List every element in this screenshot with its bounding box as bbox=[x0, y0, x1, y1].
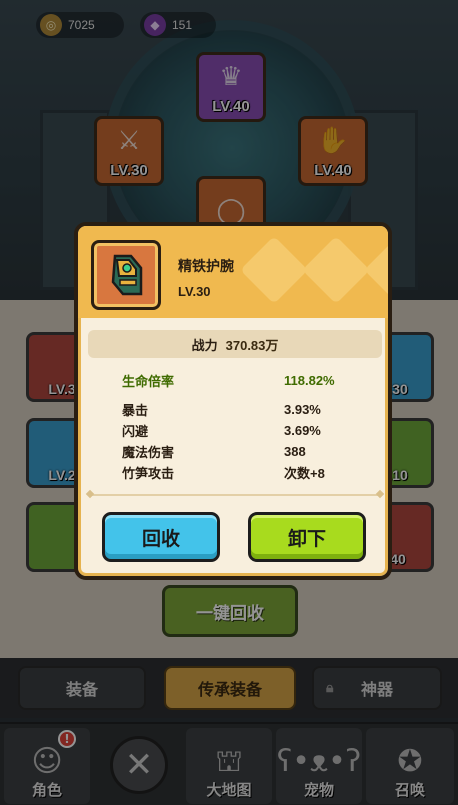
stat-value: 3.69% bbox=[284, 423, 321, 438]
power-value: 370.83万 bbox=[225, 337, 279, 353]
power-label: 战力 bbox=[191, 338, 218, 354]
stats-list: 生命倍率 118.82% 暴击 3.93% 闪避 3.69% 魔法伤害 388 … bbox=[122, 370, 362, 483]
bracer-icon bbox=[91, 240, 161, 310]
item-name: 精铁护腕 bbox=[178, 259, 234, 275]
divider bbox=[90, 494, 380, 496]
stat-value: 118.82% bbox=[284, 373, 335, 388]
header-decoration bbox=[240, 236, 308, 304]
combat-power-bar: 战力 370.83万 bbox=[88, 330, 382, 358]
stat-value: 次数+8 bbox=[284, 466, 325, 481]
stat-name: 魔法伤害 bbox=[122, 446, 175, 461]
stat-name: 生命倍率 bbox=[122, 375, 175, 390]
stat-row: 闪避 3.69% bbox=[122, 420, 362, 441]
stat-value: 3.93% bbox=[284, 402, 321, 417]
stat-value: 388 bbox=[284, 444, 306, 459]
stat-row: 暴击 3.93% bbox=[122, 399, 362, 420]
recycle-button[interactable]: 回收 bbox=[102, 512, 220, 562]
item-level: LV.30 bbox=[178, 284, 211, 299]
stat-row: 魔法伤害 388 bbox=[122, 441, 362, 462]
stat-name: 暴击 bbox=[122, 404, 149, 419]
header-decoration bbox=[302, 236, 370, 304]
item-detail-popup: 精铁护腕 LV.30 战力 370.83万 生命倍率 118.82% 暴击 3.… bbox=[74, 222, 392, 580]
unequip-button[interactable]: 卸下 bbox=[248, 512, 366, 562]
main-stat-row: 生命倍率 118.82% bbox=[122, 370, 362, 391]
stat-name: 竹笋攻击 bbox=[122, 467, 175, 482]
stat-row: 竹笋攻击 次数+8 bbox=[122, 462, 362, 483]
header-decoration bbox=[364, 236, 388, 304]
stat-name: 闪避 bbox=[122, 425, 149, 440]
